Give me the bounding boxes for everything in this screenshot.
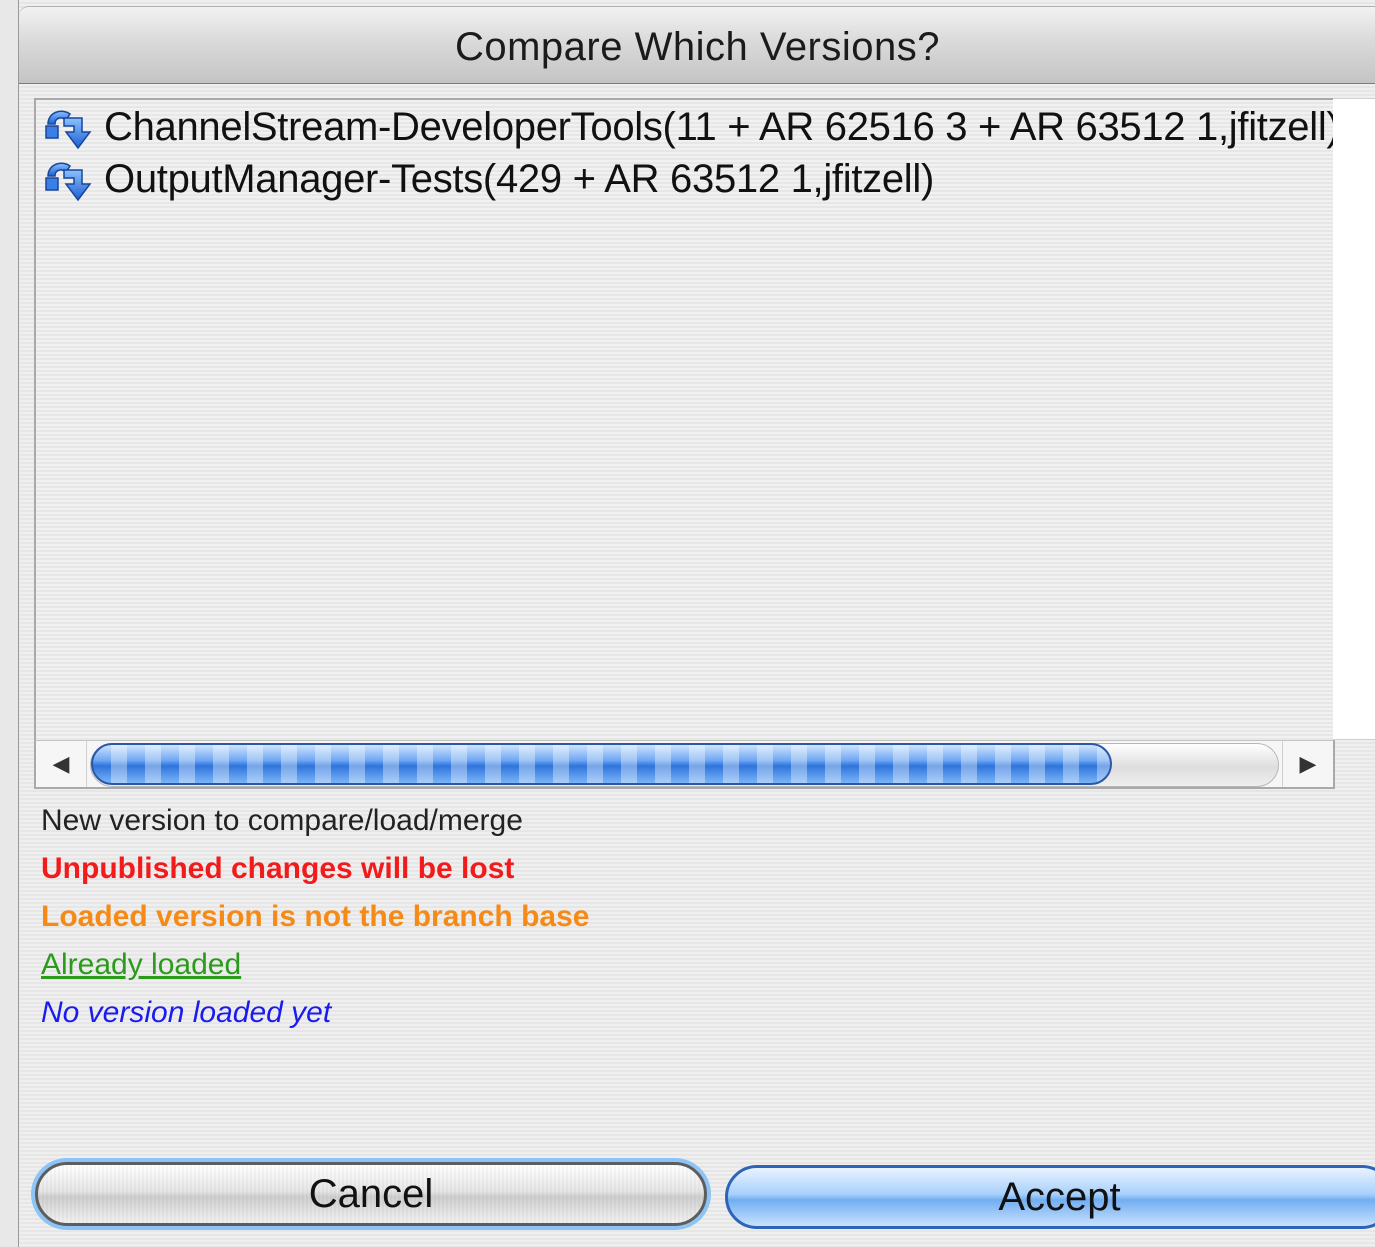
legend-not-branch-base: Loaded version is not the branch base xyxy=(41,900,590,933)
version-arrow-icon xyxy=(45,162,92,202)
scroll-left-arrow-icon[interactable]: ◀ xyxy=(36,741,87,787)
compare-versions-dialog: Compare Which Versions? ChannelStream-De… xyxy=(18,0,1375,1247)
scrollbar-thumb[interactable] xyxy=(91,743,1112,785)
version-arrow-icon xyxy=(45,110,92,150)
detail-pane xyxy=(1333,98,1375,740)
list-item-label: OutputManager-Tests(429 + AR 63512 1,jfi… xyxy=(104,156,934,201)
versions-list[interactable]: ChannelStream-DeveloperTools(11 + AR 625… xyxy=(34,98,1335,742)
title-bar[interactable]: Compare Which Versions? xyxy=(19,6,1375,84)
legend-no-version-loaded: No version loaded yet xyxy=(41,996,332,1029)
dialog-title: Compare Which Versions? xyxy=(454,25,941,69)
list-item[interactable]: OutputManager-Tests(429 + AR 63512 1,jfi… xyxy=(42,154,934,204)
list-item[interactable]: ChannelStream-DeveloperTools(11 + AR 625… xyxy=(42,102,1335,152)
horizontal-scrollbar[interactable]: ◀ ▶ xyxy=(34,740,1335,789)
scrollbar-track[interactable] xyxy=(90,743,1279,787)
legend-unpublished-changes: Unpublished changes will be lost xyxy=(41,852,515,885)
legend-new-version: New version to compare/load/merge xyxy=(41,804,523,837)
accept-button[interactable]: Accept xyxy=(725,1165,1375,1229)
cancel-button[interactable]: Cancel xyxy=(35,1162,707,1226)
list-item-label: ChannelStream-DeveloperTools(11 + AR 625… xyxy=(104,104,1335,149)
legend-already-loaded: Already loaded xyxy=(41,948,242,981)
scroll-right-arrow-icon[interactable]: ▶ xyxy=(1282,741,1333,787)
